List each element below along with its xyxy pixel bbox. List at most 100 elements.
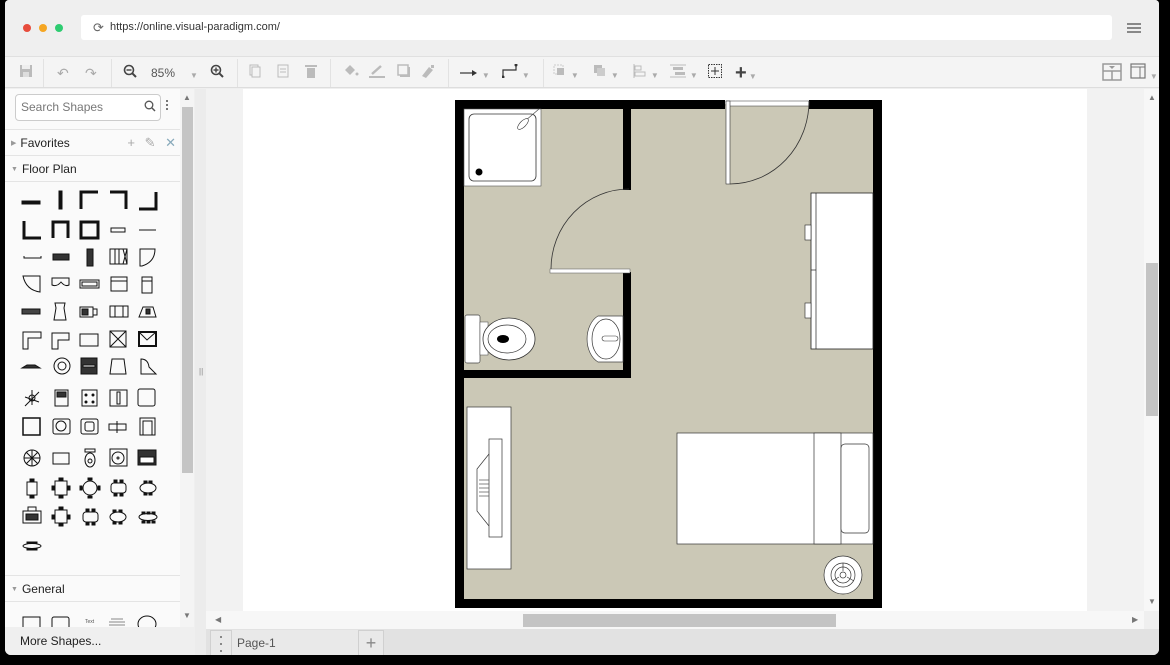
sidebar-options-icon[interactable] bbox=[166, 100, 169, 112]
shape-office-desk[interactable] bbox=[22, 506, 42, 524]
shape-oval-dining-10[interactable] bbox=[138, 511, 158, 524]
paste-icon[interactable] bbox=[277, 63, 289, 83]
shape-chair[interactable] bbox=[109, 358, 127, 375]
shape-oval-dining-6[interactable] bbox=[139, 480, 157, 496]
layout-panel-icon[interactable]: ▼ bbox=[1130, 63, 1158, 83]
shape-coffee-table[interactable] bbox=[52, 452, 70, 465]
shape-wall-horizontal[interactable] bbox=[21, 200, 41, 205]
shape-wall-vertical[interactable] bbox=[58, 190, 63, 210]
search-shapes-input[interactable] bbox=[21, 100, 141, 114]
shape-double-door[interactable] bbox=[51, 277, 70, 287]
shape-door-left[interactable] bbox=[22, 275, 41, 293]
bathroom-sink[interactable] bbox=[586, 315, 624, 363]
shadow-icon[interactable] bbox=[397, 63, 411, 83]
shape-square-sink[interactable] bbox=[137, 388, 156, 407]
page-menu-button[interactable] bbox=[210, 630, 232, 655]
diagram-canvas[interactable] bbox=[206, 89, 1144, 611]
address-bar[interactable]: ⟳ https://online.visual-paradigm.com/ bbox=[81, 15, 1112, 40]
shape-sofa[interactable] bbox=[109, 305, 129, 318]
shape-washer[interactable] bbox=[109, 448, 128, 467]
minimize-window-button[interactable] bbox=[39, 24, 47, 32]
shape-opening-2[interactable] bbox=[23, 256, 42, 259]
shape-rectangle[interactable] bbox=[22, 616, 41, 627]
shape-rect-sink[interactable] bbox=[80, 418, 99, 435]
shape-wall-corner-tr[interactable] bbox=[110, 190, 128, 209]
shape-window[interactable] bbox=[110, 227, 126, 233]
shape-round-dining[interactable] bbox=[79, 477, 101, 499]
distribute-icon[interactable]: ▼ bbox=[670, 63, 698, 83]
scroll-down-icon[interactable]: ▼ bbox=[183, 611, 191, 620]
sidebar-scrollbar[interactable]: ▲ ▼ bbox=[180, 89, 194, 627]
toilet[interactable] bbox=[464, 314, 536, 364]
shape-counter[interactable] bbox=[21, 308, 41, 315]
reload-icon[interactable]: ⟳ bbox=[93, 20, 104, 36]
hamburger-icon[interactable] bbox=[1127, 23, 1141, 34]
canvas-horizontal-scrollbar[interactable]: ◀ ▶ bbox=[206, 611, 1144, 629]
shape-grand-piano[interactable] bbox=[140, 358, 158, 375]
search-icon[interactable] bbox=[144, 100, 156, 115]
canvas-hscroll-thumb[interactable] bbox=[523, 614, 836, 627]
scroll-up-icon[interactable]: ▲ bbox=[1148, 93, 1156, 102]
shape-toilet-stool[interactable] bbox=[53, 302, 67, 321]
shape-toilet[interactable] bbox=[84, 448, 96, 468]
shape-wall-u[interactable] bbox=[51, 220, 70, 238]
copy-icon[interactable] bbox=[249, 63, 261, 83]
shape-table[interactable] bbox=[79, 333, 99, 347]
zoom-level[interactable]: 85% bbox=[151, 63, 175, 83]
shape-corner-counter[interactable] bbox=[22, 331, 42, 350]
close-window-button[interactable] bbox=[23, 24, 31, 32]
bed[interactable] bbox=[676, 432, 874, 545]
zoom-in-icon[interactable] bbox=[210, 63, 224, 83]
waypoint-style-icon[interactable]: ▼ bbox=[501, 63, 530, 83]
shape-door-right[interactable] bbox=[139, 248, 156, 267]
scroll-right-icon[interactable]: ▶ bbox=[1132, 615, 1138, 624]
format-painter-icon[interactable] bbox=[420, 63, 436, 83]
shape-rug[interactable] bbox=[20, 364, 42, 369]
shape-armchair[interactable] bbox=[54, 389, 69, 407]
section-general[interactable]: ▼ General bbox=[5, 575, 180, 601]
shape-textbox[interactable] bbox=[109, 618, 125, 626]
zoom-out-icon[interactable] bbox=[123, 63, 137, 83]
section-floor-plan[interactable]: ▼ Floor Plan bbox=[5, 155, 180, 181]
shape-square-dining-4[interactable] bbox=[51, 506, 71, 527]
shape-range[interactable] bbox=[109, 389, 128, 407]
insert-icon[interactable]: + ▼ bbox=[735, 63, 757, 83]
undo-icon[interactable]: ↶ bbox=[57, 63, 69, 83]
shape-dresser[interactable] bbox=[137, 449, 157, 466]
shape-text[interactable]: Text bbox=[85, 619, 95, 625]
shape-tv[interactable] bbox=[79, 306, 98, 318]
shape-wash-basin[interactable] bbox=[52, 418, 71, 435]
search-shapes-field[interactable] bbox=[15, 94, 161, 121]
sidebar-scroll-thumb[interactable] bbox=[182, 107, 193, 473]
add-page-button[interactable]: + bbox=[358, 630, 384, 655]
to-front-icon[interactable]: ▼ bbox=[553, 63, 579, 83]
select-all-icon[interactable] bbox=[708, 63, 722, 83]
page-tab[interactable]: Page-1 bbox=[232, 630, 358, 655]
shape-stairs-vertical[interactable] bbox=[86, 248, 94, 267]
plant[interactable] bbox=[823, 555, 863, 595]
drag-handle-icon[interactable]: || bbox=[199, 367, 203, 376]
redo-icon[interactable]: ↷ bbox=[85, 63, 97, 83]
shape-dining-table-4[interactable] bbox=[51, 477, 71, 499]
edit-favorite-icon[interactable]: ✎ bbox=[145, 135, 156, 150]
canvas-vscroll-thumb[interactable] bbox=[1146, 263, 1158, 416]
shape-l-desk[interactable] bbox=[51, 332, 70, 350]
shape-stairs-landing[interactable] bbox=[109, 248, 128, 265]
shape-stove[interactable] bbox=[80, 357, 98, 375]
shape-cooktop[interactable] bbox=[81, 389, 98, 407]
connector-style-icon[interactable]: ▼ bbox=[460, 63, 490, 83]
more-shapes-button[interactable]: More Shapes... bbox=[5, 627, 187, 655]
sidebar-splitter[interactable]: || bbox=[195, 89, 206, 655]
shape-plant-star[interactable] bbox=[24, 390, 40, 407]
shape-room[interactable] bbox=[79, 220, 100, 240]
shape-printer[interactable] bbox=[138, 306, 157, 318]
scroll-up-icon[interactable]: ▲ bbox=[183, 93, 191, 102]
section-favorites[interactable]: ▶ Favorites + ✎ ✕ bbox=[5, 129, 180, 155]
shape-oval-table-long[interactable] bbox=[22, 541, 42, 551]
to-back-icon[interactable]: ▼ bbox=[593, 63, 619, 83]
shape-oval-dining-8[interactable] bbox=[109, 509, 127, 525]
shape-wall-corner-bl[interactable] bbox=[22, 221, 41, 240]
shape-refrigerator[interactable] bbox=[141, 276, 153, 294]
scroll-left-icon[interactable]: ◀ bbox=[215, 615, 221, 624]
shape-cabinet[interactable] bbox=[110, 276, 128, 292]
